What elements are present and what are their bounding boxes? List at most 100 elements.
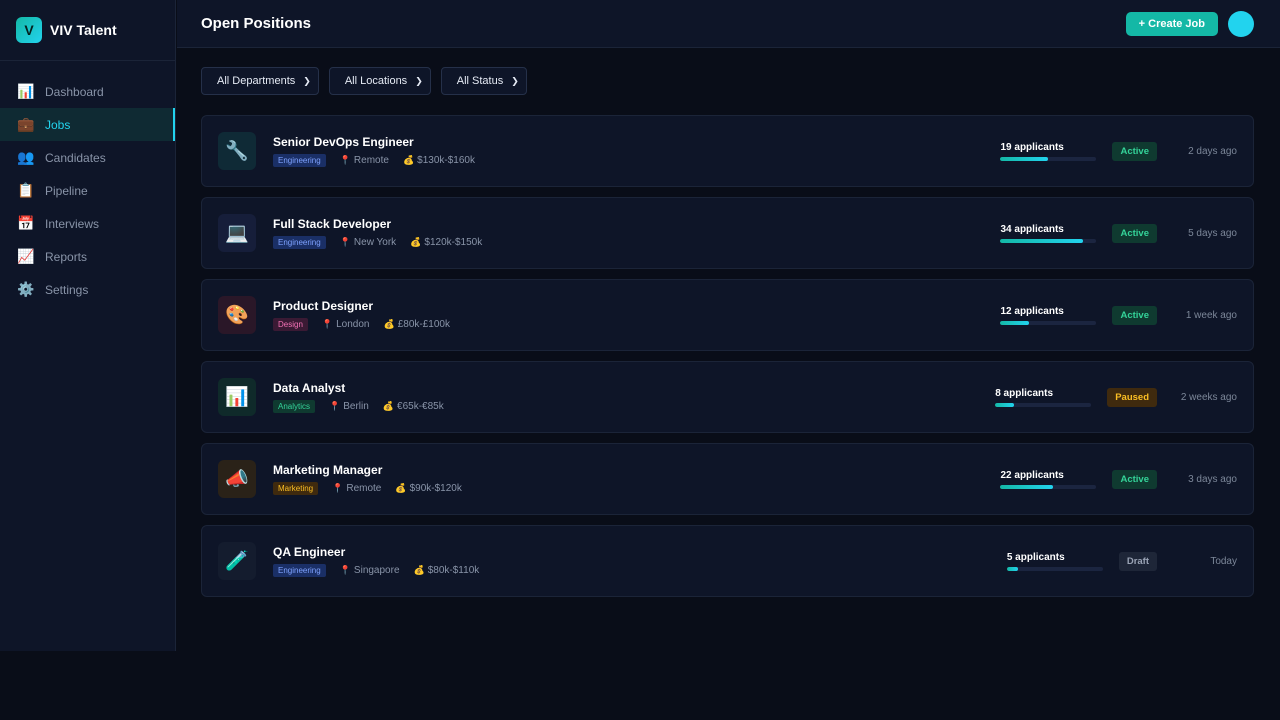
job-card[interactable]: 🎨 Product Designer Design 📍 London 💰 £80k-…: [201, 279, 1254, 351]
applicant-count: 34 applicants: [1000, 223, 1064, 235]
job-info: Product Designer Design 📍 London 💰 £80k-£1…: [273, 299, 1000, 331]
sidebar-item-label: Dashboard: [45, 84, 104, 99]
applicant-progress-fill: [1006, 566, 1019, 571]
status-filter[interactable]: All Status ❯: [440, 67, 527, 95]
pin-icon: 📍: [339, 565, 351, 575]
sidebar-item-dashboard[interactable]: 📊 Dashboard: [0, 75, 175, 108]
salary-text: $130k-$160k: [417, 155, 475, 166]
sidebar-item-label: Settings: [45, 282, 89, 297]
job-card[interactable]: 📣 Marketing Manager Marketing 📍 Remote 💰 $…: [201, 443, 1254, 515]
applicant-count: 5 applicants: [1006, 551, 1065, 563]
sidebar-item-interviews[interactable]: 📅 Interviews: [0, 207, 175, 240]
people-icon: 👥: [17, 149, 35, 165]
avatar[interactable]: [1228, 10, 1254, 37]
applicant-progress-bar: [1000, 320, 1097, 325]
sidebar-item-pipeline[interactable]: 📋 Pipeline: [0, 174, 175, 207]
job-info: Marketing Manager Marketing 📍 Remote 💰 $90…: [273, 463, 1000, 495]
job-location: 📍 Berlin: [329, 401, 369, 412]
money-bag-icon: 💰: [382, 401, 395, 411]
job-location: 📍 Remote: [332, 483, 381, 494]
job-card[interactable]: 💻 Full Stack Developer Engineering 📍 New …: [201, 197, 1254, 269]
job-salary: 💰 $120k-$150k: [410, 237, 482, 248]
job-info: QA Engineer Engineering 📍 Singapore 💰 $80k…: [273, 545, 1007, 577]
money-bag-icon: 💰: [402, 155, 415, 165]
sidebar-item-jobs[interactable]: 💼 Jobs: [0, 108, 175, 141]
palette-icon: 🎨: [218, 296, 256, 334]
pin-icon: 📍: [332, 483, 344, 493]
filter-bar: All Departments ❯ All Locations ❯ All St…: [201, 67, 527, 95]
sidebar-item-settings[interactable]: ⚙️ Settings: [0, 273, 175, 306]
calendar-icon: 📅: [17, 215, 35, 231]
applicant-progress-fill: [1000, 238, 1084, 243]
status-badge: Active: [1112, 469, 1157, 489]
location-filter[interactable]: All Locations ❯: [328, 67, 431, 95]
applicant-count: 22 applicants: [1000, 469, 1064, 481]
department-tag: Analytics: [273, 400, 316, 413]
department-filter[interactable]: All Departments ❯: [201, 67, 319, 95]
applicant-count: 8 applicants: [995, 387, 1054, 399]
job-location: 📍 Singapore: [340, 565, 400, 576]
job-location: 📍 Remote: [340, 155, 389, 166]
page-title: Open Positions: [201, 15, 312, 32]
job-title: Product Designer: [273, 299, 374, 313]
salary-text: £80k-£100k: [397, 319, 450, 330]
posted-date: 2 days ago: [1188, 145, 1237, 157]
applicants: 5 applicants: [1006, 551, 1103, 571]
applicant-progress-bar: [1006, 566, 1103, 571]
applicants: 8 applicants: [995, 387, 1092, 407]
applicants: 19 applicants: [1000, 142, 1097, 161]
job-meta: Design 📍 London 💰 £80k-£100k: [273, 318, 1000, 331]
job-title: Marketing Manager: [273, 463, 383, 477]
sidebar-item-reports[interactable]: 📈 Reports: [0, 240, 175, 273]
applicants: 34 applicants: [1000, 223, 1097, 243]
sidebar-nav: 📊 Dashboard 💼 Jobs 👥 Candidates 📋 Pipeli…: [0, 75, 175, 306]
applicant-progress-fill: [1000, 320, 1030, 325]
sidebar-item-candidates[interactable]: 👥 Candidates: [0, 141, 175, 174]
sidebar-item-label: Pipeline: [45, 183, 88, 198]
brand-logo: V: [16, 17, 42, 43]
sidebar-item-label: Jobs: [45, 117, 71, 132]
status-badge: Draft: [1118, 551, 1157, 571]
create-job-button[interactable]: + Create Job: [1125, 11, 1218, 36]
clipboard-icon: 📋: [17, 182, 35, 198]
job-card[interactable]: 🔧 Senior DevOps Engineer Engineering 📍 Re…: [201, 115, 1254, 187]
applicant-progress-fill: [995, 402, 1015, 407]
pin-icon: 📍: [329, 401, 341, 411]
money-bag-icon: 💰: [395, 483, 407, 493]
chevron-down-icon: ❯: [415, 75, 423, 86]
status-badge: Active: [1112, 305, 1157, 325]
job-list: 🔧 Senior DevOps Engineer Engineering 📍 Re…: [201, 115, 1254, 607]
salary-text: €65k-€85k: [397, 401, 444, 412]
job-card[interactable]: 📊 Data Analyst Analytics 📍 Berlin 💰 €65k-€…: [201, 361, 1254, 433]
status-badge: Active: [1112, 223, 1157, 243]
salary-text: $120k-$150k: [424, 237, 483, 248]
applicant-progress-fill: [1000, 156, 1048, 161]
pin-icon: 📍: [321, 319, 334, 329]
posted-date: 1 week ago: [1185, 309, 1237, 321]
posted-date: 3 days ago: [1188, 473, 1237, 485]
sidebar: V VIV Talent 📊 Dashboard 💼 Jobs 👥 Candid…: [0, 0, 176, 651]
location-text: New York: [353, 237, 397, 248]
location-text: Singapore: [353, 565, 400, 576]
dashboard-icon: 📊: [17, 83, 35, 99]
job-title: Full Stack Developer: [273, 217, 392, 231]
location-text: Berlin: [343, 401, 369, 412]
department-tag: Engineering: [273, 564, 326, 577]
job-info: Data Analyst Analytics 📍 Berlin 💰 €65k-€85…: [273, 381, 995, 413]
salary-text: $80k-$110k: [427, 565, 480, 576]
pin-icon: 📍: [339, 155, 351, 165]
money-bag-icon: 💰: [413, 565, 425, 575]
sidebar-item-label: Candidates: [45, 150, 106, 165]
sidebar-item-label: Reports: [45, 249, 88, 264]
department-tag: Design: [273, 318, 308, 331]
pin-icon: 📍: [339, 237, 351, 247]
money-bag-icon: 💰: [410, 237, 422, 247]
job-salary: 💰 $80k-$110k: [414, 565, 480, 576]
chart-up-icon: 📈: [17, 248, 35, 264]
brand[interactable]: V VIV Talent: [0, 0, 175, 61]
job-card[interactable]: 🧪 QA Engineer Engineering 📍 Singapore 💰 $8…: [201, 525, 1254, 597]
applicant-progress-bar: [1000, 238, 1097, 243]
job-salary: 💰 £80k-£100k: [384, 319, 450, 330]
sidebar-item-label: Interviews: [45, 216, 100, 231]
job-meta: Engineering 📍 New York 💰 $120k-$150k: [273, 236, 1000, 249]
